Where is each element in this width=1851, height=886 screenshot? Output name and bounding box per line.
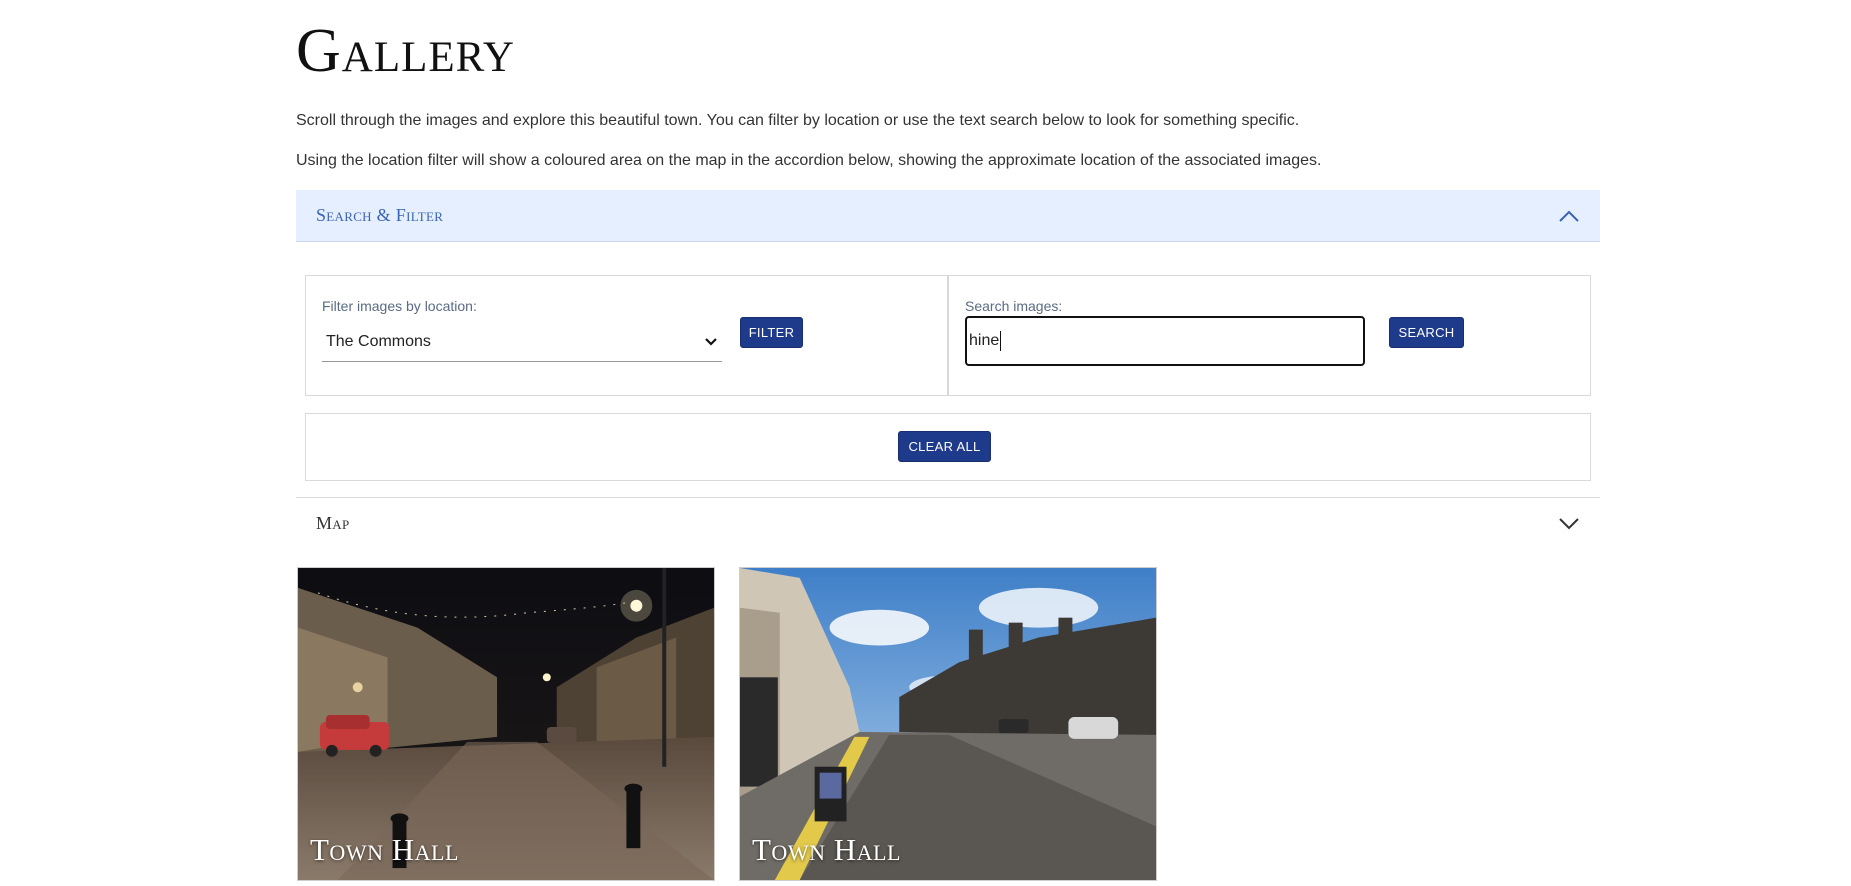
card-title: Town Hall xyxy=(752,832,901,867)
intro-text-1: Scroll through the images and explore th… xyxy=(296,112,1300,129)
gallery-card[interactable]: Town Hall xyxy=(739,567,1157,881)
search-panel: Search images: hine SEARCH xyxy=(948,275,1591,396)
chevron-down-icon xyxy=(1559,517,1579,529)
search-input[interactable]: hine xyxy=(965,316,1365,366)
clear-all-button[interactable]: CLEAR ALL xyxy=(898,431,991,462)
search-input-value: hine xyxy=(969,332,1000,349)
chevron-down-icon xyxy=(705,337,717,346)
location-select-value: The Commons xyxy=(326,332,431,350)
search-filter-accordion-header[interactable]: Search & Filter xyxy=(296,190,1600,242)
chevron-up-icon xyxy=(1559,210,1579,222)
search-label: Search images: xyxy=(965,298,1063,314)
page-title: Gallery xyxy=(296,17,515,85)
card-title: Town Hall xyxy=(310,832,459,867)
text-caret xyxy=(1000,331,1002,351)
filter-button[interactable]: FILTER xyxy=(740,317,803,348)
search-filter-accordion-label: Search & Filter xyxy=(316,205,444,225)
map-accordion-label: Map xyxy=(316,513,350,533)
gallery-card[interactable]: Town Hall xyxy=(297,567,715,881)
search-button[interactable]: SEARCH xyxy=(1389,317,1464,348)
map-accordion-header[interactable]: Map xyxy=(296,497,1600,549)
filter-panel: Filter images by location: The Commons F… xyxy=(305,275,948,396)
clear-panel: CLEAR ALL xyxy=(305,413,1591,481)
intro-text-2: Using the location filter will show a co… xyxy=(296,152,1322,169)
location-select[interactable]: The Commons xyxy=(322,322,722,362)
filter-label: Filter images by location: xyxy=(322,298,477,314)
